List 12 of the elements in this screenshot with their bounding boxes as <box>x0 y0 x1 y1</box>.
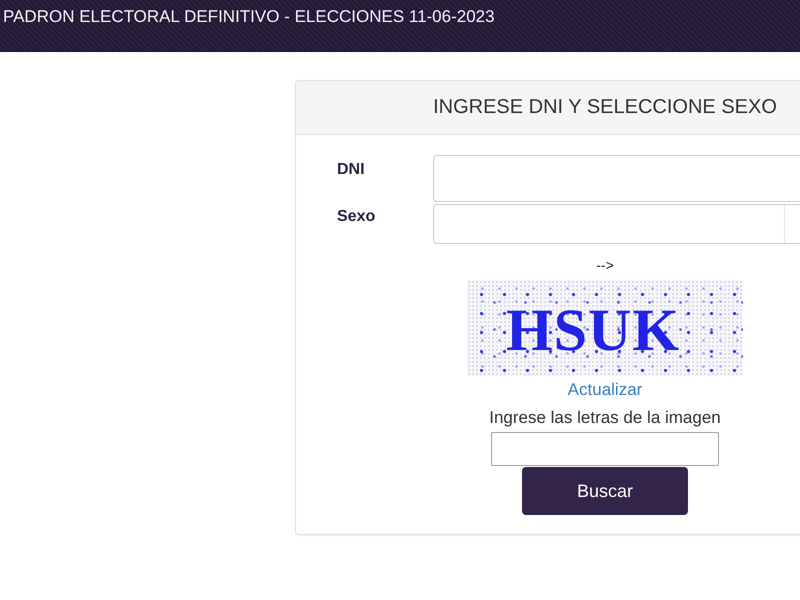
page-title: PADRON ELECTORAL DEFINITIVO - ELECCIONES 11-06-2023 <box>3 7 495 26</box>
select-field[interactable] <box>433 204 800 244</box>
field-label: DNI <box>337 160 366 180</box>
arrow-text: --> <box>596 257 614 273</box>
search-button[interactable]: Buscar <box>522 467 688 515</box>
form-title: INGRESE DNI Y SELECCIONE SEXO <box>433 96 777 119</box>
field-label: Sexo <box>337 207 376 227</box>
captcha-image: HSUK <box>467 280 743 376</box>
refresh-link[interactable]: Actualizar <box>568 380 642 400</box>
dni-input[interactable] <box>433 155 800 202</box>
captcha-input[interactable] <box>491 432 719 466</box>
captcha-prompt: Ingrese las letras de la imagen <box>489 408 721 428</box>
